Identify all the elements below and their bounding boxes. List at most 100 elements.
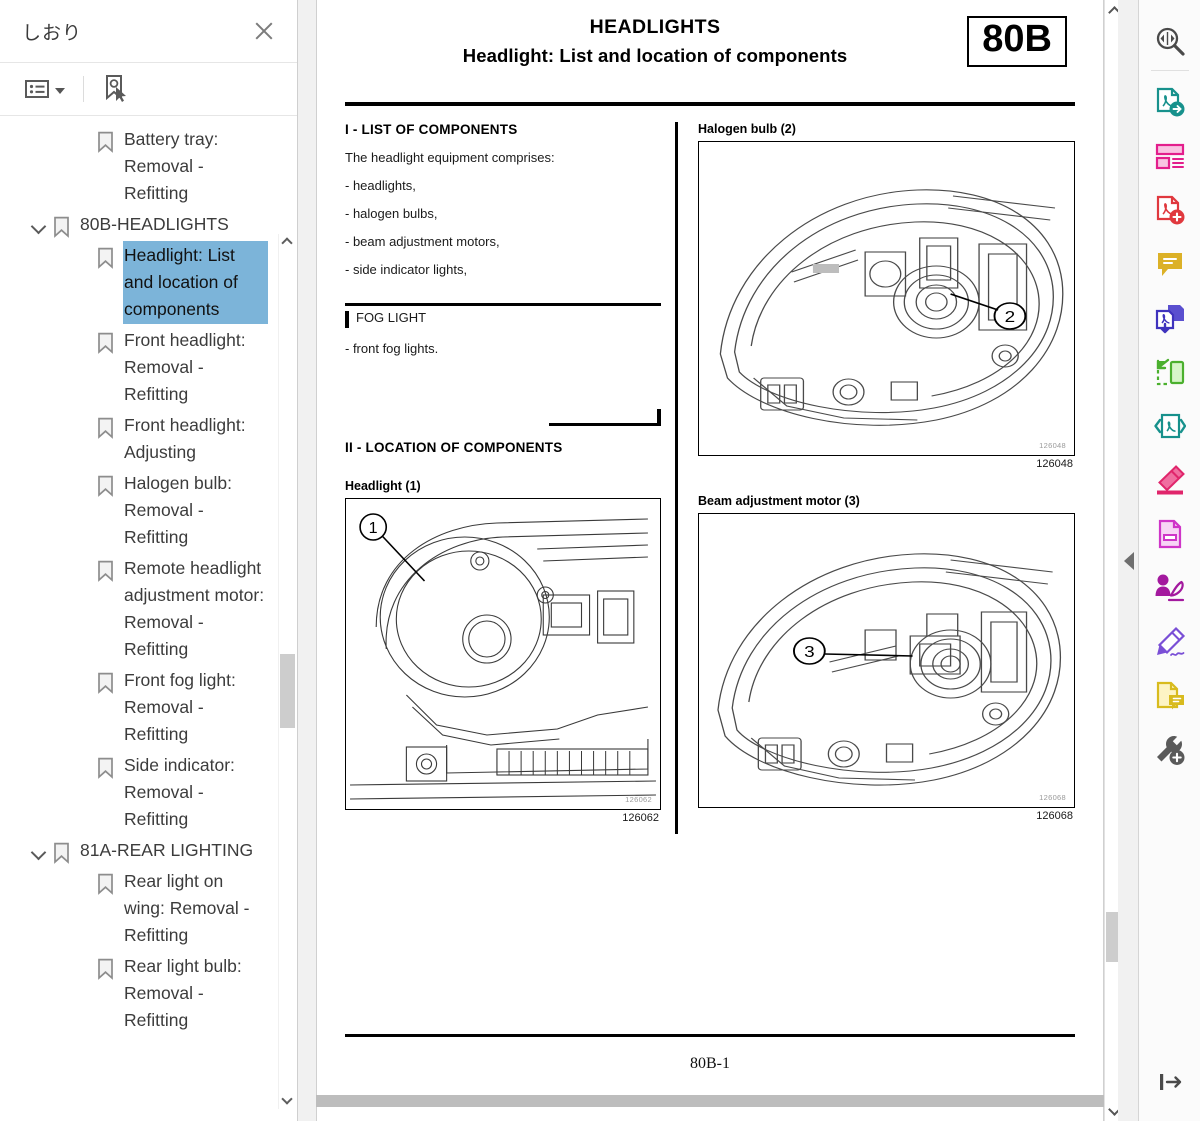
right-column: Halogen bulb (2) [698, 122, 1075, 834]
component-item: - beam adjustment motors, [345, 234, 661, 249]
intro-text: The headlight equipment comprises: [345, 150, 661, 165]
section-2-heading: II - LOCATION OF COMPONENTS [345, 440, 661, 455]
bookmark-item-label: Remote headlight adjustment motor: Remov… [124, 555, 267, 663]
bookmark-list-options-icon[interactable] [22, 75, 68, 103]
bookmark-flag-icon [52, 216, 80, 238]
bookmarks-scroll-down-button[interactable] [279, 1092, 296, 1109]
document-comment-icon[interactable] [1143, 669, 1197, 723]
bookmark-item[interactable]: Side indicator: Removal - Refitting [0, 750, 267, 835]
bookmark-item-label: Front headlight: Removal - Refitting [124, 327, 267, 408]
document-subtitle: Headlight: List and location of componen… [345, 45, 965, 67]
bookmark-item-label: 80B-HEADLIGHTS [80, 211, 229, 238]
bookmarks-panel: しおり [0, 0, 298, 1121]
chevron-down-icon [281, 1093, 292, 1104]
bookmark-item-label: 81A-REAR LIGHTING [80, 837, 253, 864]
bookmark-item-label: Front headlight: Adjusting [124, 412, 267, 466]
bookmark-flag-icon [96, 131, 124, 153]
bookmark-item[interactable]: Rear light bulb: Removal - Refitting [0, 951, 267, 1036]
fog-light-item: - front fog lights. [345, 341, 661, 356]
bookmarks-toolbar [0, 62, 297, 116]
section-1-heading: I - LIST OF COMPONENTS [345, 122, 661, 137]
bookmark-item[interactable]: 80B-HEADLIGHTS [0, 209, 267, 240]
more-tools-icon[interactable] [1143, 723, 1197, 777]
figure-callout-3: 3 [804, 642, 815, 660]
bookmark-item[interactable]: Front headlight: Adjusting [0, 410, 267, 468]
bookmark-flag-icon [52, 842, 80, 864]
page-number: 80B-1 [345, 1055, 1075, 1073]
component-item: - headlights, [345, 178, 661, 193]
bookmarks-panel-title: しおり [22, 18, 82, 45]
figure-caption-beam-motor: Beam adjustment motor (3) [698, 494, 1075, 508]
search-compare-icon[interactable] [1143, 14, 1197, 68]
bookmarks-panel-header: しおり [0, 0, 297, 62]
figure-callout-2: 2 [1005, 307, 1016, 325]
section-code-badge: 80B [967, 16, 1067, 67]
figure-halogen-bulb: 2 126048 [698, 141, 1075, 456]
header-rule [345, 102, 1075, 106]
bookmark-item[interactable]: Rear light on wing: Removal - Refitting [0, 866, 267, 951]
expand-panel-icon[interactable] [1143, 1055, 1197, 1109]
figure-headlight: 1 126062 [345, 498, 661, 810]
rail-divider [1151, 70, 1189, 71]
bookmark-flag-icon [96, 958, 124, 980]
column-divider [675, 122, 678, 834]
bookmarks-scrollbar-thumb[interactable] [280, 654, 295, 728]
bookmark-item[interactable]: Headlight: List and location of componen… [0, 240, 267, 325]
figure-beam-adjustment-motor: 3 126068 [698, 513, 1075, 808]
chevron-up-icon [281, 237, 292, 248]
toolbar-divider [83, 76, 84, 102]
highlighter-icon[interactable] [1143, 453, 1197, 507]
bookmark-item[interactable]: Halogen bulb: Removal - Refitting [0, 468, 267, 553]
tools-rail [1138, 0, 1200, 1121]
bookmark-item-label: Battery tray: Removal - Refitting [124, 126, 267, 207]
compress-pdf-icon[interactable] [1143, 399, 1197, 453]
bookmarks-scroll-up-button[interactable] [279, 234, 296, 251]
bookmark-item[interactable]: Battery tray: Removal - Refitting [0, 124, 267, 209]
fog-light-callout-box: FOG LIGHT - front fog lights. [345, 303, 661, 426]
bookmark-flag-icon [96, 332, 124, 354]
bookmark-flag-icon [96, 672, 124, 694]
edit-pdf-icon[interactable] [1143, 615, 1197, 669]
bookmark-flag-icon [96, 475, 124, 497]
bookmark-item-label: Front fog light: Removal - Refitting [124, 667, 267, 748]
close-icon[interactable] [249, 16, 279, 46]
bookmark-item[interactable]: Front fog light: Removal - Refitting [0, 665, 267, 750]
bookmark-flag-icon [96, 873, 124, 895]
left-column: I - LIST OF COMPONENTS The headlight equ… [345, 122, 675, 834]
pdf-download-icon[interactable] [1143, 291, 1197, 345]
bookmark-flag-icon [96, 247, 124, 269]
figure-number-outer: 126068 [698, 810, 1075, 822]
bookmark-item-label: Rear light bulb: Removal - Refitting [124, 953, 267, 1034]
comment-icon[interactable] [1143, 237, 1197, 291]
page-bottom-bar [316, 1095, 1104, 1107]
figure-number-inner: 126068 [1039, 793, 1066, 802]
pdf-page: HEADLIGHTS Headlight: List and location … [316, 0, 1104, 1121]
bookmark-flag-icon [96, 417, 124, 439]
figure-number-inner: 126048 [1039, 441, 1066, 450]
figure-callout-1: 1 [369, 519, 378, 537]
bookmark-item-label: Halogen bulb: Removal - Refitting [124, 470, 267, 551]
chevron-down-icon [55, 88, 65, 94]
bookmark-item-label: Headlight: List and location of componen… [124, 242, 267, 323]
collapse-right-arrow-icon[interactable] [1118, 0, 1140, 1121]
bookmarks-scrollbar[interactable] [278, 234, 295, 1109]
document-viewer: HEADLIGHTS Headlight: List and location … [298, 0, 1138, 1121]
organize-pages-icon[interactable] [1143, 129, 1197, 183]
bookmark-flag-icon [96, 757, 124, 779]
pdf-reader-window: しおり [0, 0, 1200, 1121]
bookmark-item[interactable]: 81A-REAR LIGHTING [0, 835, 267, 866]
figure-number-outer: 126048 [698, 458, 1075, 470]
component-item: - side indicator lights, [345, 262, 661, 277]
fill-and-sign-icon[interactable] [1143, 561, 1197, 615]
bookmark-item-label: Rear light on wing: Removal - Refitting [124, 868, 267, 949]
redact-icon[interactable] [1143, 507, 1197, 561]
pdf-create-icon[interactable] [1143, 183, 1197, 237]
add-bookmark-icon[interactable] [99, 71, 133, 107]
pdf-export-icon[interactable] [1143, 75, 1197, 129]
bookmark-item-label: Side indicator: Removal - Refitting [124, 752, 267, 833]
crop-pages-icon[interactable] [1143, 345, 1197, 399]
bookmark-item[interactable]: Remote headlight adjustment motor: Remov… [0, 553, 267, 665]
bookmark-item[interactable]: Front headlight: Removal - Refitting [0, 325, 267, 410]
document-header: HEADLIGHTS Headlight: List and location … [345, 16, 1075, 92]
bookmarks-tree[interactable]: Battery tray: Removal - Refitting 80B-HEA… [0, 116, 297, 1121]
